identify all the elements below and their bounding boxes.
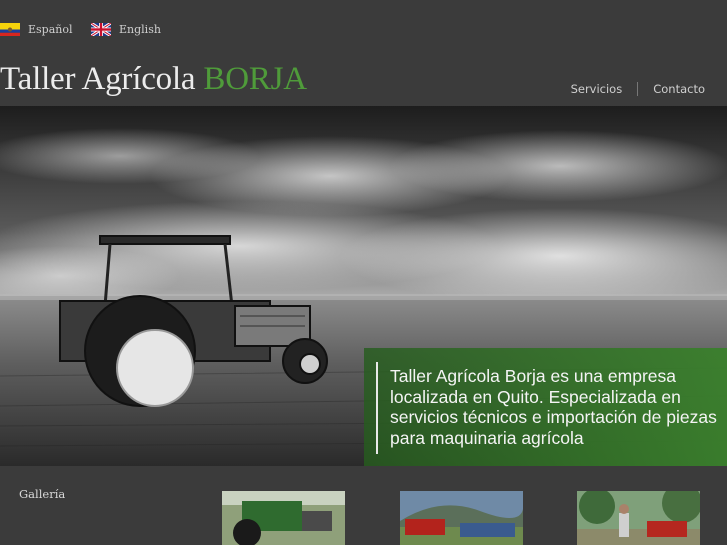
logo-prefix: Taller Agrícola [0, 61, 204, 97]
footer-gallery: Gallería [0, 466, 727, 545]
caption-accent-bar [376, 362, 378, 454]
gallery-thumbnail[interactable] [400, 491, 523, 545]
nav-contacto[interactable]: Contacto [653, 82, 705, 96]
language-spanish-label: Español [28, 23, 73, 36]
language-spanish-link[interactable]: Español [0, 23, 73, 36]
logo-brand: BORJA [203, 61, 307, 97]
gallery-thumbnail[interactable] [577, 491, 700, 545]
gallery-heading: Gallería [19, 487, 66, 501]
language-english-link[interactable]: English [90, 21, 161, 38]
nav-divider [637, 82, 639, 96]
header: Español English Taller Agrícola BORJA Se… [0, 0, 727, 106]
ecuador-flag-icon [0, 23, 20, 36]
nav-servicios[interactable]: Servicios [571, 82, 623, 96]
site-logo[interactable]: Taller Agrícola BORJA [0, 61, 307, 98]
uk-flag-icon [90, 21, 112, 38]
hero-caption-box: Taller Agrícola Borja es una empresa loc… [364, 348, 727, 466]
hero-caption-text: Taller Agrícola Borja es una empresa loc… [390, 366, 717, 448]
gallery-thumbnail[interactable] [222, 491, 345, 545]
main-nav: Servicios Contacto [571, 82, 705, 96]
language-english-label: English [119, 23, 161, 36]
